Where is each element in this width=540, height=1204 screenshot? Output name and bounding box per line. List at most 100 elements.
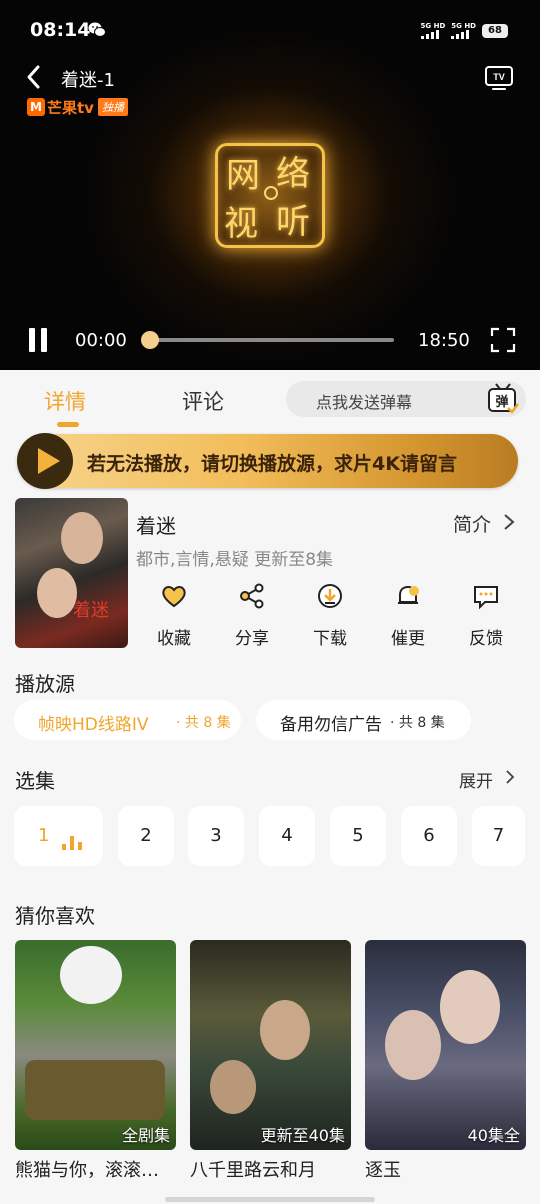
poster-panda xyxy=(60,946,122,1004)
poster-figure xyxy=(385,1010,441,1080)
home-indicator[interactable] xyxy=(165,1197,375,1202)
tab-comments[interactable]: 评论 xyxy=(182,386,224,416)
urge-update-button[interactable]: 催更 xyxy=(370,580,446,650)
logo-center-ring xyxy=(264,186,278,200)
brand-name: 芒果tv xyxy=(47,98,94,117)
favorite-label: 收藏 xyxy=(157,629,191,649)
recommendation-card-3[interactable]: 40集全 xyxy=(365,940,526,1150)
video-player[interactable]: 08:14 5G HD 5G HD 68 着迷-1 TV M 芒果tv 独播 网… xyxy=(0,0,540,370)
play-icon xyxy=(17,433,73,489)
expand-link[interactable]: 展开 xyxy=(459,767,493,792)
share-icon xyxy=(240,583,264,609)
poster-figures xyxy=(25,1060,165,1120)
chevron-right-icon[interactable] xyxy=(504,768,516,786)
logo-char: 网 xyxy=(226,156,260,196)
recommendation-badge: 40集全 xyxy=(467,1126,520,1145)
source-count: · 共 8 集 xyxy=(176,715,231,731)
signal-2-label: 5G HD xyxy=(451,22,476,30)
show-title: 着迷 xyxy=(136,514,176,538)
svg-text:TV: TV xyxy=(493,72,505,82)
download-icon xyxy=(318,584,342,608)
detail-tabs: 详情 评论 点我发送弹幕 弹 xyxy=(0,370,540,430)
poster-figure xyxy=(37,568,77,618)
source-chip-1[interactable]: 帧映HD线路IV · 共 8 集 xyxy=(14,700,241,740)
signal-1-label: 5G HD xyxy=(420,22,446,30)
recommendation-name[interactable]: 八千里路云和月 xyxy=(190,1156,316,1182)
broadcast-logo: 网 络 视 听 xyxy=(215,143,325,248)
favorite-button[interactable]: 收藏 xyxy=(136,580,212,650)
share-button[interactable]: 分享 xyxy=(214,580,290,650)
source-name: 帧映HD线路IV xyxy=(38,715,149,735)
source-name: 备用勿信广告 xyxy=(280,715,382,735)
player-topbar: 着迷-1 TV xyxy=(0,60,540,96)
feedback-button[interactable]: 反馈 xyxy=(448,580,524,650)
logo-char: 视 xyxy=(224,204,258,244)
cast-tv-icon[interactable]: TV xyxy=(484,64,514,92)
exclusive-badge: 独播 xyxy=(97,98,128,116)
total-time: 18:50 xyxy=(418,330,470,351)
intro-link[interactable]: 简介 xyxy=(453,510,491,537)
feedback-label: 反馈 xyxy=(469,629,503,649)
source-count: · 共 8 集 xyxy=(390,715,445,731)
share-label: 分享 xyxy=(235,629,269,649)
recommendation-card-1[interactable]: 全剧集 xyxy=(15,940,176,1150)
logo-char: 听 xyxy=(276,202,310,242)
poster-figure xyxy=(440,970,500,1044)
recommendation-badge: 全剧集 xyxy=(121,1126,170,1145)
danmaku-input[interactable]: 点我发送弹幕 弹 xyxy=(286,381,526,417)
download-button[interactable]: 下载 xyxy=(292,580,368,650)
signal-bars-icon xyxy=(451,30,470,39)
show-poster[interactable]: 着迷 xyxy=(15,498,128,648)
recommendation-name[interactable]: 逐玉 xyxy=(365,1156,401,1182)
active-tab-indicator xyxy=(57,422,79,427)
battery-icon: 68 xyxy=(482,23,508,38)
download-label: 下载 xyxy=(313,629,347,649)
source-chip-2[interactable]: 备用勿信广告 · 共 8 集 xyxy=(256,700,471,740)
episode-button-5[interactable]: 5 xyxy=(330,806,386,866)
urge-update-label: 催更 xyxy=(391,629,425,649)
clock: 08:14 xyxy=(30,19,91,41)
sources-title: 播放源 xyxy=(15,672,75,696)
chevron-right-icon[interactable] xyxy=(502,512,516,532)
fullscreen-icon[interactable] xyxy=(490,327,516,353)
action-row: 收藏 分享 下载 催更 反馈 xyxy=(136,580,526,650)
tab-detail[interactable]: 详情 xyxy=(44,386,86,416)
progress-knob[interactable] xyxy=(141,331,159,349)
episode-button-3[interactable]: 3 xyxy=(188,806,244,866)
episode-number: 1 xyxy=(38,825,50,846)
banner-message: 若无法播放，请切换播放源，求片4K请留言 xyxy=(87,453,457,475)
svg-text:弹: 弹 xyxy=(495,394,508,410)
poster-figure xyxy=(210,1060,256,1114)
episode-button-7[interactable]: 7 xyxy=(472,806,525,866)
bell-icon xyxy=(398,585,419,604)
recommendation-card-2[interactable]: 更新至40集 xyxy=(190,940,351,1150)
episode-button-1[interactable]: 1 xyxy=(14,806,103,866)
danmaku-icon[interactable]: 弹 xyxy=(486,382,520,416)
heart-icon xyxy=(162,586,186,608)
logo-char: 络 xyxy=(276,154,310,194)
feedback-icon xyxy=(474,586,498,610)
wechat-icon xyxy=(88,22,106,37)
poster-figure xyxy=(61,512,103,564)
episode-button-4[interactable]: 4 xyxy=(259,806,315,866)
notice-banner[interactable]: 若无法播放，请切换播放源，求片4K请留言 xyxy=(17,433,518,489)
video-title: 着迷-1 xyxy=(61,70,115,91)
current-time: 00:00 xyxy=(75,330,127,351)
episode-button-6[interactable]: 6 xyxy=(401,806,457,866)
back-icon[interactable] xyxy=(24,64,44,90)
signal-2: 5G HD xyxy=(451,22,476,39)
brand-watermark: M 芒果tv 独播 xyxy=(27,97,128,117)
pause-icon[interactable] xyxy=(27,328,49,352)
progress-bar[interactable] xyxy=(141,331,394,349)
playing-bars-icon xyxy=(62,836,82,850)
signal-1: 5G HD xyxy=(420,22,446,39)
episode-button-2[interactable]: 2 xyxy=(118,806,174,866)
danmaku-placeholder: 点我发送弹幕 xyxy=(316,393,413,412)
recommendation-name[interactable]: 熊猫与你，滚滚… xyxy=(15,1156,159,1182)
signal-indicators: 5G HD 5G HD 68 xyxy=(420,22,508,39)
show-meta: 都市,言情,悬疑 更新至8集 xyxy=(136,550,334,570)
recommendations-title: 猜你喜欢 xyxy=(15,904,95,928)
poster-figure xyxy=(260,1000,310,1060)
mango-logo-icon: M xyxy=(27,98,45,116)
status-bar: 08:14 5G HD 5G HD 68 xyxy=(0,0,540,60)
